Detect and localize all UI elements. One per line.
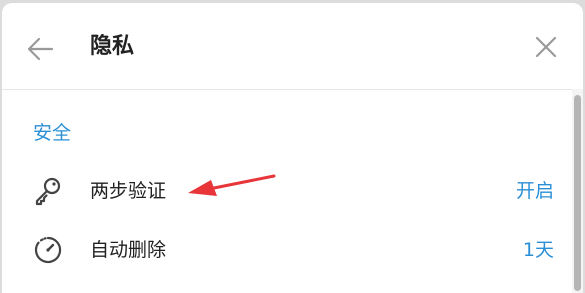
row-value: 1天 (522, 239, 554, 261)
arrow-left-icon (27, 37, 54, 61)
scrollbar-thumb[interactable] (574, 95, 581, 291)
two-step-verification-row[interactable]: 两步验证 开启 (2, 163, 572, 219)
row-label: 两步验证 (90, 180, 167, 202)
header: 隐私 (2, 3, 583, 90)
row-label: 自动删除 (90, 239, 167, 261)
privacy-settings-panel: 隐私 安全 两步验证 开启 自动删除 1天 (2, 3, 583, 293)
close-button[interactable] (528, 29, 564, 65)
section-title-security: 安全 (33, 122, 72, 144)
key-icon (32, 175, 64, 207)
timer-icon (32, 234, 64, 266)
back-button[interactable] (20, 29, 60, 69)
row-value: 开启 (515, 180, 554, 202)
page-title: 隐私 (90, 34, 135, 59)
auto-delete-row[interactable]: 自动删除 1天 (2, 222, 572, 278)
close-icon (535, 36, 557, 58)
